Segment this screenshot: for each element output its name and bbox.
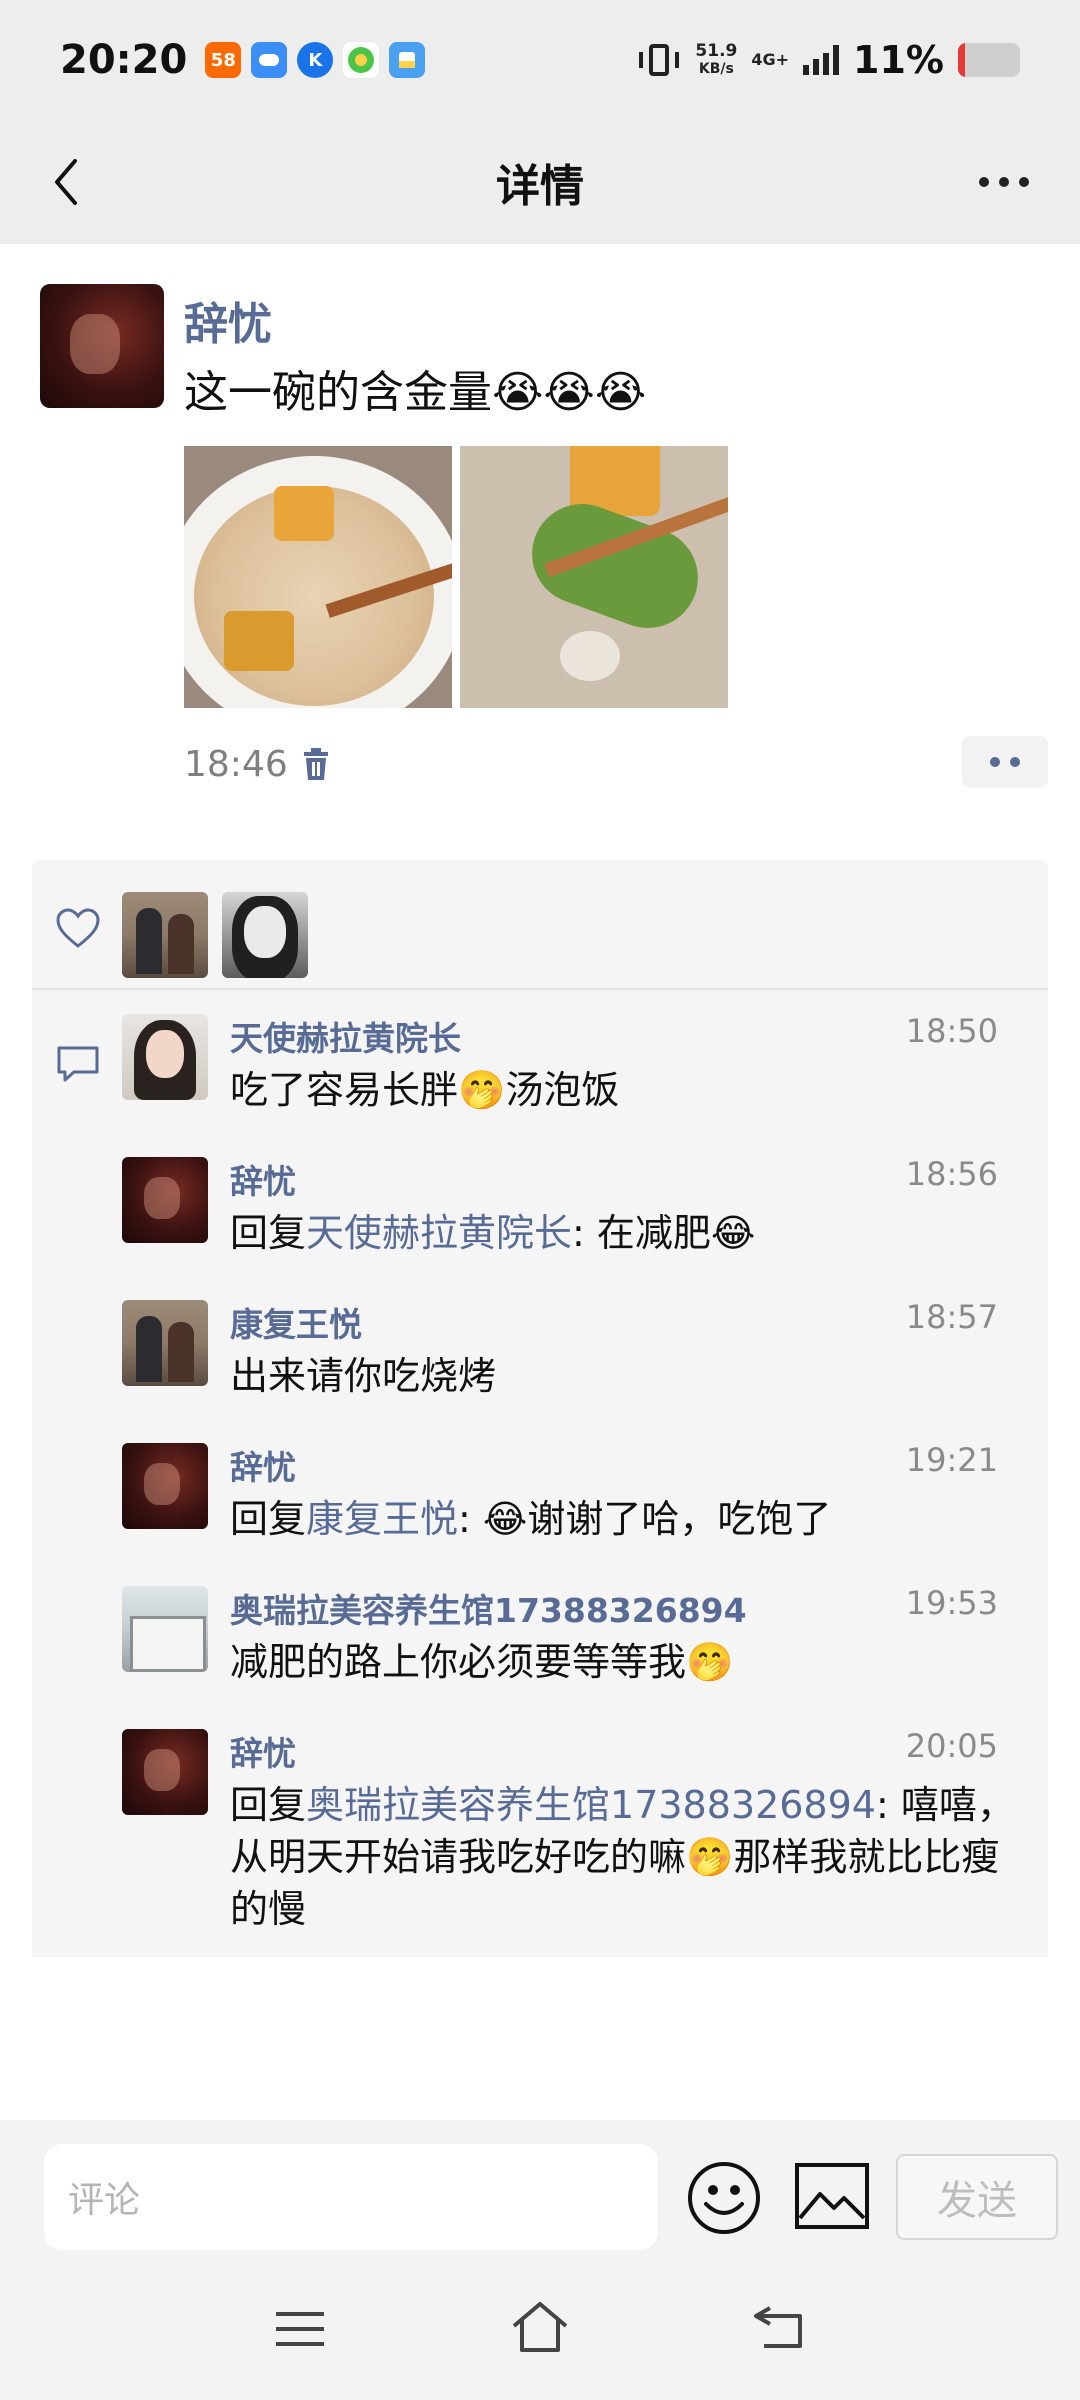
back-arrow-icon	[754, 2306, 802, 2348]
comment-item[interactable]: 康复王悦 18:57 出来请你吃烧烤	[122, 1276, 1048, 1419]
battery-icon	[958, 43, 1020, 77]
commenter-name[interactable]: 辞忧	[230, 1441, 296, 1489]
image-icon	[795, 2163, 869, 2229]
system-back-button[interactable]	[750, 2298, 810, 2354]
chat-app-icon	[251, 42, 288, 78]
comment-item[interactable]: 奥瑞拉美容养生馆17388326894 19:53 减肥的路上你必须要等等我🤭	[122, 1562, 1048, 1705]
author-name[interactable]: 辞忧	[184, 288, 272, 352]
status-app-icons: 58 K	[205, 42, 426, 78]
comment-time: 20:05	[905, 1727, 998, 1765]
top-nav-bar: 详情	[0, 120, 1080, 244]
comment-item[interactable]: 辞忧 18:56 回复天使赫拉黄院长: 在减肥😂	[122, 1133, 1048, 1276]
battery-percent: 11%	[853, 38, 944, 82]
system-nav-bar	[0, 2260, 1080, 2400]
page-title: 详情	[496, 161, 584, 212]
reply-to-name[interactable]: 天使赫拉黄院长	[306, 1211, 572, 1255]
net-speed: 51.9 KB/s	[695, 41, 738, 77]
dot-icon	[990, 757, 1000, 767]
post-time: 18:46	[184, 744, 288, 785]
emoji-button[interactable]	[686, 2160, 762, 2236]
status-time: 20:20	[60, 37, 188, 83]
post-photo-2[interactable]	[460, 446, 728, 708]
likes-row	[32, 860, 1048, 990]
post-photos	[184, 446, 728, 708]
dot-icon	[1019, 177, 1029, 187]
comment-text: 出来请你吃烧烤	[230, 1354, 497, 1398]
comment-icon	[57, 1046, 99, 1082]
home-button[interactable]	[508, 2298, 572, 2356]
comment-item[interactable]: 天使赫拉黄院长 18:50 吃了容易长胖🤭汤泡饭	[122, 990, 1048, 1133]
post-photo-1[interactable]	[184, 446, 452, 708]
post-text: 这一碗的含金量😭😭😭	[184, 367, 647, 418]
commenter-avatar[interactable]	[122, 1729, 208, 1815]
interactions-panel: 天使赫拉黄院长 18:50 吃了容易长胖🤭汤泡饭 辞忧 18:56 回复天使赫拉…	[32, 860, 1048, 1957]
comment-input-bar: 评论 发送	[0, 2120, 1080, 2260]
delete-button[interactable]	[296, 744, 336, 784]
comments-list: 天使赫拉黄院长 18:50 吃了容易长胖🤭汤泡饭 辞忧 18:56 回复天使赫拉…	[32, 990, 1048, 1957]
commenter-avatar[interactable]	[122, 1300, 208, 1386]
commenter-name[interactable]: 辞忧	[230, 1727, 296, 1775]
commenter-avatar[interactable]	[122, 1014, 208, 1100]
comment-time: 18:56	[905, 1155, 998, 1193]
dot-icon	[1010, 757, 1020, 767]
dot-icon	[979, 177, 989, 187]
post-actions-button[interactable]	[962, 736, 1048, 788]
smiley-icon	[688, 2162, 760, 2234]
commenter-name[interactable]: 康复王悦	[230, 1298, 362, 1346]
home-icon	[512, 2302, 568, 2352]
author-avatar[interactable]	[40, 284, 164, 408]
vibrate-icon	[637, 42, 681, 78]
reply-to-name[interactable]: 康复王悦	[306, 1497, 458, 1541]
comment-time: 18:50	[905, 1012, 998, 1050]
comment-text: 减肥的路上你必须要等等我🤭	[230, 1640, 734, 1684]
back-button[interactable]	[36, 152, 96, 212]
comment-time: 18:57	[905, 1298, 998, 1336]
reply-to-name[interactable]: 奥瑞拉美容养生馆17388326894	[306, 1783, 876, 1827]
network-type: 4G+	[751, 50, 790, 69]
chevron-left-icon	[55, 159, 77, 205]
comment-time: 19:21	[905, 1441, 998, 1479]
more-options-button[interactable]	[964, 152, 1044, 212]
files-app-icon	[389, 42, 426, 78]
comment-text: 回复奥瑞拉美容养生馆17388326894: 嘻嘻，从明天开始请我吃好吃的嘛🤭那…	[230, 1783, 1015, 1931]
comment-item[interactable]: 辞忧 19:21 回复康复王悦: 😂谢谢了哈，吃饱了	[122, 1419, 1048, 1562]
commenter-name[interactable]: 天使赫拉黄院长	[230, 1012, 461, 1060]
58-app-icon: 58	[205, 42, 242, 78]
status-bar: 20:20 58 K 51.9 KB/s 4G+ 11%	[0, 0, 1080, 120]
comment-input[interactable]: 评论	[44, 2144, 658, 2250]
like-avatar[interactable]	[122, 892, 208, 978]
commenter-name[interactable]: 辞忧	[230, 1155, 296, 1203]
commenter-avatar[interactable]	[122, 1443, 208, 1529]
comment-text: 回复天使赫拉黄院长: 在减肥😂	[230, 1211, 756, 1255]
k-app-icon: K	[297, 42, 334, 78]
comment-text: 回复康复王悦: 😂谢谢了哈，吃饱了	[230, 1497, 832, 1541]
trash-icon	[304, 748, 328, 780]
heart-icon	[56, 908, 100, 948]
commenter-name[interactable]: 奥瑞拉美容养生馆17388326894	[230, 1584, 747, 1632]
comment-time: 19:53	[905, 1584, 998, 1622]
signal-icon	[803, 45, 840, 75]
comment-text: 吃了容易长胖🤭汤泡饭	[230, 1068, 620, 1112]
recents-button[interactable]	[272, 2304, 328, 2354]
comment-item[interactable]: 辞忧 20:05 回复奥瑞拉美容养生馆17388326894: 嘻嘻，从明天开始…	[122, 1705, 1048, 1945]
dot-icon	[999, 177, 1009, 187]
menu-icon	[276, 2312, 324, 2346]
image-button[interactable]	[794, 2162, 870, 2230]
send-button[interactable]: 发送	[896, 2154, 1058, 2240]
commenter-avatar[interactable]	[122, 1157, 208, 1243]
commenter-avatar[interactable]	[122, 1586, 208, 1672]
green-app-icon	[343, 42, 380, 78]
like-avatar[interactable]	[222, 892, 308, 978]
